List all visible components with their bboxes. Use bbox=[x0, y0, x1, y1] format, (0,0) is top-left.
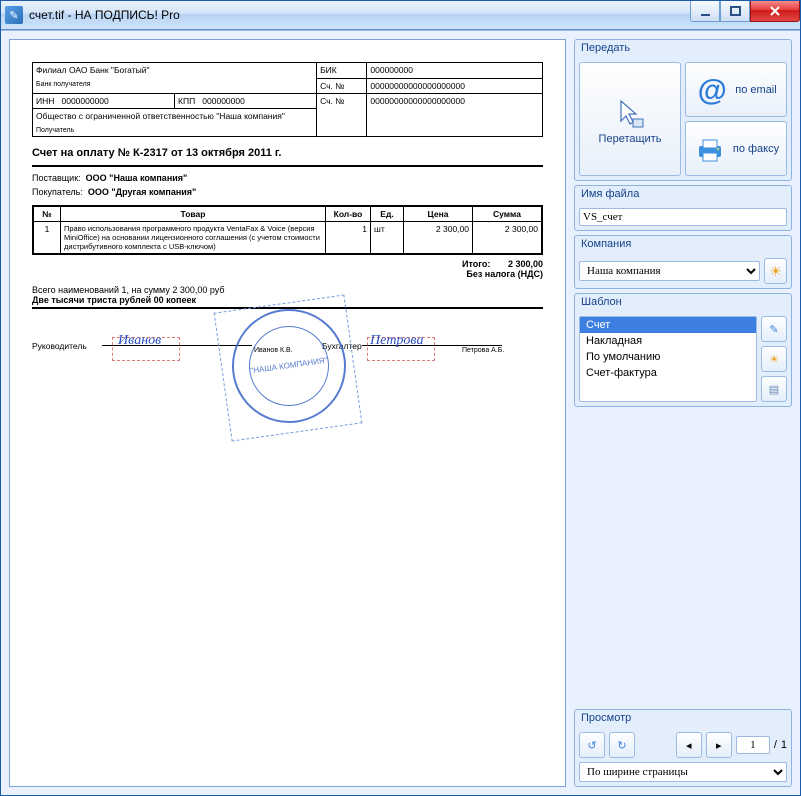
supplier-value: ООО "Наша компания" bbox=[86, 173, 188, 183]
sun-icon: ☀ bbox=[769, 353, 779, 366]
app-window: ✎ счет.tif - НА ПОДПИСЬ! Pro Филиал ОАО … bbox=[0, 0, 801, 796]
kpp-label: КПП bbox=[178, 96, 195, 106]
bank-label: Банк получателя bbox=[36, 81, 313, 88]
col-unit: Ед. bbox=[371, 206, 404, 222]
kpp-value: 000000000 bbox=[202, 96, 245, 106]
col-price: Цена bbox=[404, 206, 473, 222]
director-label: Руководитель bbox=[32, 341, 87, 351]
app-icon: ✎ bbox=[5, 6, 23, 24]
signature-area: Руководитель Ивaнoв Иванов К.В. Бухгалте… bbox=[32, 315, 543, 425]
inn-value: 0000000000 bbox=[61, 96, 108, 106]
send-email-button[interactable]: @ по email bbox=[685, 62, 787, 117]
filename-input[interactable] bbox=[579, 208, 787, 226]
list-item[interactable]: Счет bbox=[580, 317, 756, 333]
recipient-label: Получатель bbox=[36, 127, 313, 134]
accountant-name: Петрова А.Б. bbox=[462, 347, 504, 354]
company-full: Общество с ограниченной ответственностью… bbox=[36, 111, 313, 121]
count-line: Всего наименований 1, на сумму 2 300,00 … bbox=[32, 285, 543, 295]
close-button[interactable] bbox=[750, 1, 800, 22]
signature-accountant: Пeтpoвa bbox=[370, 333, 424, 349]
rotate-right-button[interactable]: ↻ bbox=[609, 732, 635, 758]
send-fax-button[interactable]: по факсу bbox=[685, 121, 787, 176]
company-group: Компания Наша компания ☀ bbox=[574, 235, 792, 289]
bank-branch: Филиал ОАО Банк "Богатый" bbox=[36, 65, 313, 75]
col-sum: Сумма bbox=[473, 206, 543, 222]
company-settings-button[interactable]: ☀ bbox=[764, 258, 787, 284]
page-prev-button[interactable]: ◂ bbox=[676, 732, 702, 758]
pencil-icon: ✎ bbox=[769, 323, 778, 336]
side-panel: Передать @ по email Перетащить bbox=[574, 39, 792, 787]
company-group-title: Компания bbox=[575, 236, 791, 254]
col-qty: Кол-во bbox=[326, 206, 371, 222]
list-item[interactable]: Накладная bbox=[580, 333, 756, 349]
template-save-button[interactable]: ▤ bbox=[761, 376, 787, 402]
col-n: № bbox=[33, 206, 61, 222]
sun-icon: ☀ bbox=[769, 263, 782, 280]
inn-label: ИНН bbox=[36, 96, 54, 106]
total-value: 2 300,00 bbox=[508, 259, 543, 269]
maximize-button[interactable] bbox=[720, 1, 750, 22]
minimize-button[interactable] bbox=[690, 1, 720, 22]
drag-button[interactable]: Перетащить bbox=[579, 62, 681, 176]
acct-label-1: Сч. № bbox=[317, 78, 367, 94]
cursor-icon bbox=[613, 97, 647, 131]
send-group-title: Передать bbox=[575, 40, 791, 58]
buyer-value: ООО "Другая компания" bbox=[88, 187, 196, 197]
items-table: № Товар Кол-во Ед. Цена Сумма 1 Право ис… bbox=[32, 205, 543, 255]
template-listbox[interactable]: СчетНакладнаяПо умолчаниюСчет-фактура bbox=[579, 316, 757, 402]
chevron-left-icon: ◂ bbox=[686, 739, 692, 752]
acct-value-1: 00000000000000000000 bbox=[367, 78, 543, 94]
rotate-right-icon: ↻ bbox=[617, 739, 626, 752]
rotate-left-icon: ↺ bbox=[587, 739, 596, 752]
window-title: счет.tif - НА ПОДПИСЬ! Pro bbox=[29, 8, 180, 22]
novat: Без налога (НДС) bbox=[32, 269, 543, 279]
list-item[interactable]: Счет-фактура bbox=[580, 365, 756, 381]
page-total: 1 bbox=[781, 739, 787, 751]
floppy-icon: ▤ bbox=[769, 383, 779, 396]
rotate-left-button[interactable]: ↺ bbox=[579, 732, 605, 758]
view-group: Просмотр ↺ ↻ ◂ ▸ / 1 По ширине страницы bbox=[574, 709, 792, 787]
signature-director: Ивaнoв bbox=[118, 333, 161, 349]
page-next-button[interactable]: ▸ bbox=[706, 732, 732, 758]
col-good: Товар bbox=[61, 206, 326, 222]
company-select[interactable]: Наша компания bbox=[579, 261, 760, 281]
buyer-label: Покупатель: bbox=[32, 187, 83, 197]
template-edit-button[interactable]: ✎ bbox=[761, 316, 787, 342]
page-sep: / bbox=[774, 739, 777, 751]
view-group-title: Просмотр bbox=[575, 710, 791, 728]
page-input[interactable] bbox=[736, 736, 770, 754]
filename-group-title: Имя файла bbox=[575, 186, 791, 204]
list-item[interactable]: По умолчанию bbox=[580, 349, 756, 365]
acct-label-2: Сч. № bbox=[317, 94, 367, 137]
supplier-label: Поставщик: bbox=[32, 173, 81, 183]
titlebar[interactable]: ✎ счет.tif - НА ПОДПИСЬ! Pro bbox=[1, 1, 800, 30]
bank-details-table: Филиал ОАО Банк "Богатый" Банк получател… bbox=[32, 62, 543, 137]
zoom-select[interactable]: По ширине страницы bbox=[579, 762, 787, 782]
bik-value: 000000000 bbox=[367, 63, 543, 79]
template-group: Шаблон СчетНакладнаяПо умолчаниюСчет-фак… bbox=[574, 293, 792, 407]
at-sign-icon: @ bbox=[695, 74, 729, 108]
document-preview[interactable]: Филиал ОАО Банк "Богатый" Банк получател… bbox=[9, 39, 566, 787]
filename-group: Имя файла bbox=[574, 185, 792, 231]
printer-icon bbox=[693, 133, 727, 167]
send-group: Передать @ по email Перетащить bbox=[574, 39, 792, 181]
bik-label: БИК bbox=[317, 63, 367, 79]
table-row: 1 Право использования программного проду… bbox=[33, 222, 542, 255]
total-label: Итого: bbox=[462, 259, 490, 269]
acct-value-2: 00000000000000000000 bbox=[367, 94, 543, 137]
template-sun-button[interactable]: ☀ bbox=[761, 346, 787, 372]
invoice-title: Счет на оплату № К-2317 от 13 октября 20… bbox=[32, 147, 543, 159]
template-group-title: Шаблон bbox=[575, 294, 791, 312]
chevron-right-icon: ▸ bbox=[716, 739, 722, 752]
